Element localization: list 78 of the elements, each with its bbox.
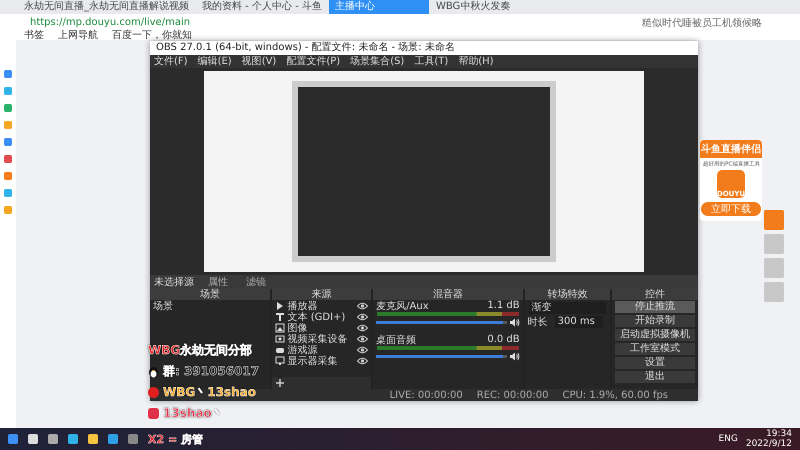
control-button[interactable]: 退出 (615, 371, 696, 383)
app-icon[interactable] (4, 172, 12, 180)
scene-item[interactable]: 场景 (150, 300, 270, 311)
dock-title: 场景 (150, 289, 270, 300)
dock-title: 来源 (272, 289, 372, 300)
dock-title: 混音器 (373, 289, 523, 300)
control-button[interactable]: 工作室模式 (615, 343, 696, 355)
search-field[interactable]: 糙似时代睡被员工机领候略 (642, 16, 792, 30)
duration-field[interactable]: 300 ms (554, 316, 604, 328)
menu-item[interactable]: 帮助(H) (458, 55, 494, 68)
source-item[interactable]: 播放器 (288, 298, 354, 312)
overlay-text: 13shao丶 (163, 405, 224, 422)
eye-icon[interactable] (357, 312, 368, 320)
language-indicator[interactable]: ENG (718, 434, 738, 444)
bookmark-link[interactable]: 上网导航 (58, 31, 98, 40)
app-icon[interactable] (4, 206, 12, 214)
display-source-icon (274, 356, 285, 366)
speaker-icon[interactable] (510, 318, 520, 327)
control-button[interactable]: 开始录制 (615, 315, 696, 327)
eye-icon[interactable] (357, 334, 368, 342)
image-source-icon (274, 322, 285, 332)
dock-title: 控件 (612, 289, 698, 300)
menu-item[interactable]: 工具(T) (414, 55, 448, 68)
toolbar-button[interactable]: 属性 (204, 275, 232, 289)
source-item[interactable]: 视频采集设备 (288, 332, 354, 346)
channel-reading: 1.1 dB (487, 300, 520, 311)
penguin-icon (148, 366, 159, 378)
channel-name: 桌面音频 (376, 334, 418, 346)
status-text: REC: 00:00:00 (476, 390, 548, 400)
app-icon[interactable] (4, 70, 12, 78)
overlay-text: 群: 391056017 (163, 363, 260, 380)
camera-source-icon (274, 334, 285, 344)
control-button[interactable]: 启动虚拟摄像机 (615, 329, 696, 341)
sticker-text: X2 = 房管 (148, 432, 204, 446)
menu-item[interactable]: 配置文件(P) (286, 55, 340, 68)
menu-item[interactable]: 场景集合(S) (350, 55, 404, 68)
text-source-icon (274, 312, 285, 322)
menu-item[interactable]: 文件(F) (154, 55, 188, 68)
control-button[interactable]: 停止推流 (615, 301, 696, 313)
source-label: 未选择源 (154, 276, 194, 289)
clock-time: 19:34 (766, 429, 792, 439)
ad-title: 斗鱼直播伴侣 (700, 140, 762, 158)
speaker-icon[interactable] (510, 352, 520, 361)
channel-name: 麦克风/Aux (376, 300, 430, 312)
app-icon[interactable] (4, 189, 12, 197)
overlay-text: WBG丶13shao (163, 384, 256, 401)
bookmark-link[interactable]: 书签 (24, 31, 44, 40)
volume-slider[interactable] (376, 321, 507, 324)
source-item[interactable]: 显示器采集 (288, 354, 354, 368)
channel-reading: 0.0 dB (487, 334, 520, 345)
status-text: LIVE: 00:00:00 (390, 390, 463, 400)
source-item[interactable]: 图像 (288, 320, 354, 334)
menu-item[interactable]: 编辑(E) (198, 55, 232, 68)
add-icon[interactable] (276, 379, 284, 387)
app-icon[interactable] (4, 138, 12, 146)
eye-icon[interactable] (357, 356, 368, 364)
clock-date: 2022/9/12 (746, 439, 792, 449)
window-title: OBS 27.0.1 (64-bit, windows) - 配置文件: 未命名 - 场景: 未命名 (156, 41, 455, 55)
address-bar[interactable]: https://mp.douyu.com/live/main (30, 17, 634, 28)
transition-select[interactable]: 渐变 (528, 302, 606, 314)
app-icon[interactable] (4, 87, 12, 95)
app-icon[interactable] (4, 104, 12, 112)
duration-label: 时长 (528, 316, 548, 328)
eye-icon[interactable] (357, 346, 368, 354)
volume-slider[interactable] (376, 355, 507, 358)
source-item[interactable]: 游戏源 (288, 342, 354, 356)
eye-icon[interactable] (357, 324, 368, 332)
menu-item[interactable]: 视图(V) (242, 55, 276, 68)
toolbar-button[interactable]: 滤镜 (242, 275, 270, 289)
app-icon[interactable] (4, 155, 12, 163)
eye-icon[interactable] (357, 302, 368, 310)
bookmark-link[interactable]: 百度一下，你就知 (112, 31, 192, 40)
status-text: CPU: 1.9%, 60.00 fps (562, 390, 668, 400)
app-icon[interactable] (4, 121, 12, 129)
fish-logo-icon (148, 408, 159, 419)
source-item[interactable]: 文本 (GDI+) (288, 310, 354, 324)
dock-title: 转场特效 (524, 289, 610, 300)
control-button[interactable]: 设置 (615, 357, 696, 369)
